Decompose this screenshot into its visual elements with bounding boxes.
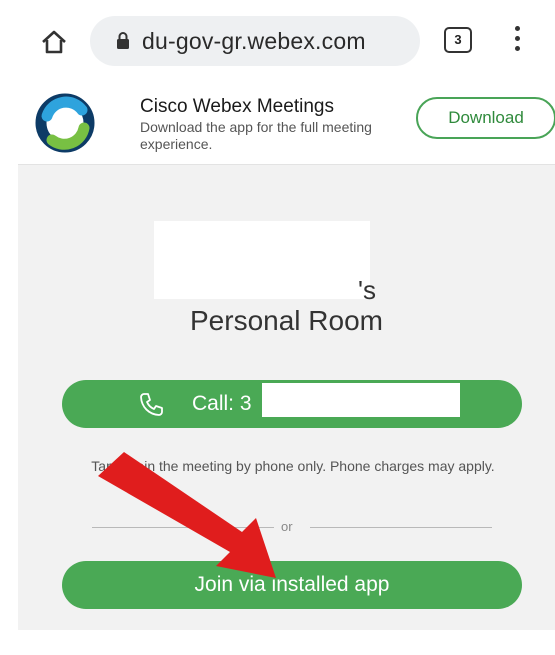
banner-subtitle: Download the app for the full meeting ex…	[140, 119, 372, 152]
owner-possessive: 's	[358, 275, 376, 305]
home-icon[interactable]	[38, 26, 70, 58]
url-text: du-gov-gr.webex.com	[142, 28, 366, 54]
phone-icon	[140, 393, 163, 416]
webex-logo	[33, 91, 97, 155]
meeting-panel: 's Personal Room Call: 3 Tap to join the…	[18, 165, 555, 630]
redacted-owner-name	[154, 221, 370, 299]
room-title: Personal Room	[190, 305, 383, 336]
divider-right	[310, 527, 492, 528]
app-download-banner: Cisco Webex Meetings Download the app fo…	[18, 78, 555, 165]
tab-count-icon[interactable]: 3	[444, 27, 472, 53]
download-button[interactable]: Download	[416, 97, 555, 139]
call-label: Call: 3	[192, 392, 252, 415]
call-note: Tap to join the meeting by phone only. P…	[91, 458, 495, 474]
address-bar[interactable]: du-gov-gr.webex.com	[90, 16, 420, 66]
divider-left	[92, 527, 274, 528]
more-vert-icon[interactable]	[511, 26, 523, 56]
lock-icon	[117, 32, 129, 49]
or-label: or	[281, 519, 293, 534]
browser-toolbar: du-gov-gr.webex.com 3	[0, 0, 555, 78]
join-via-app-button[interactable]: Join via installed app	[62, 561, 522, 609]
redacted-phone-number	[262, 383, 460, 417]
app-name: Cisco Webex Meetings	[140, 96, 334, 117]
